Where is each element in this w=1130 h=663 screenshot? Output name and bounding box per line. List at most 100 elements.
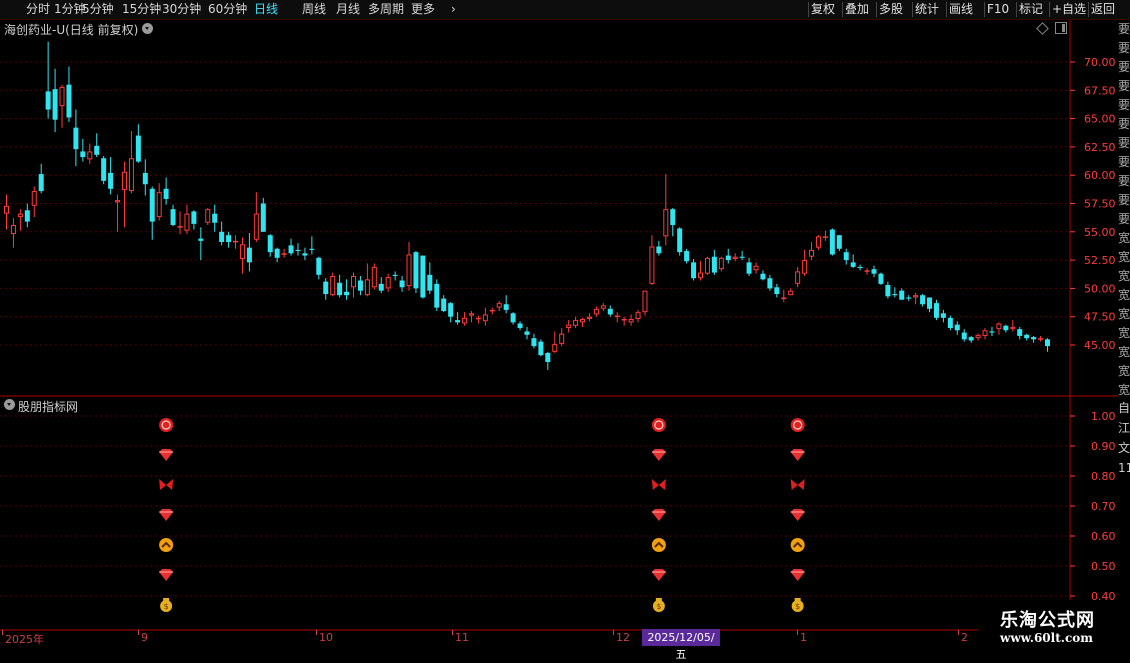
candle-body-up bbox=[17, 213, 23, 218]
candle-body-down bbox=[212, 213, 218, 223]
candlestick-chart[interactable]: 70.00 67.50 65.00 62.50 60.00 57.50 55.00 52.50… bbox=[0, 0, 1130, 650]
candle-body-down bbox=[399, 280, 405, 288]
candle-body-up bbox=[121, 171, 127, 190]
candle-body-up bbox=[239, 244, 245, 259]
right-info-strip: 要要要要要要要要要要要宽宽宽宽宽宽宽宽宽宽 bbox=[1118, 22, 1130, 395]
candle-body-up bbox=[10, 225, 16, 235]
money-bag-icon: $ bbox=[791, 598, 804, 612]
candle-body-down bbox=[142, 172, 148, 185]
diamond-icon bbox=[651, 569, 666, 581]
candle-body-down bbox=[524, 331, 530, 335]
gem-badge-icon bbox=[651, 418, 666, 432]
candle-body-up bbox=[864, 270, 870, 272]
price-tick-label: 47.50 bbox=[1084, 311, 1116, 324]
candle-body-down bbox=[288, 245, 294, 254]
gem-badge-icon bbox=[159, 418, 174, 432]
candle-body-down bbox=[295, 249, 301, 252]
candle-body-up bbox=[475, 317, 481, 320]
candle-body-up bbox=[809, 249, 815, 257]
candle-body-up bbox=[1038, 338, 1044, 340]
candle-body-down bbox=[378, 283, 384, 291]
candle-body-up bbox=[559, 333, 565, 344]
candle-body-up bbox=[330, 275, 336, 296]
candle-body-down bbox=[836, 235, 842, 249]
candle-body-up bbox=[351, 275, 356, 288]
candle-body-down bbox=[323, 281, 329, 295]
candle-body-down bbox=[892, 294, 898, 296]
price-tick-label: 57.50 bbox=[1084, 198, 1116, 211]
candle-body-up bbox=[753, 265, 759, 271]
candle-body-down bbox=[455, 320, 461, 323]
candle-body-down bbox=[73, 127, 79, 150]
candle-body-up bbox=[600, 305, 606, 309]
candle-body-up bbox=[642, 290, 648, 313]
candle-body-down bbox=[843, 252, 849, 261]
candle-body-down bbox=[427, 274, 433, 291]
candle-body-up bbox=[184, 213, 190, 231]
candle-body-down bbox=[989, 331, 995, 333]
candle-body-down bbox=[52, 89, 58, 120]
candle-body-down bbox=[420, 255, 426, 298]
candle-body-down bbox=[337, 282, 343, 296]
price-tick-label: 52.50 bbox=[1084, 254, 1116, 267]
candle-body-up bbox=[628, 318, 634, 323]
candle-body-down bbox=[503, 304, 509, 310]
time-axis-label: 9 bbox=[141, 631, 148, 644]
candle-body-down bbox=[267, 235, 273, 253]
svg-text:$: $ bbox=[656, 602, 661, 611]
candle-body-down bbox=[531, 338, 537, 347]
candle-body-down bbox=[45, 91, 51, 110]
candle-body-up bbox=[364, 279, 370, 296]
svg-text:$: $ bbox=[164, 602, 169, 611]
diamond-icon bbox=[651, 449, 666, 461]
candle-body-down bbox=[510, 313, 516, 323]
candle-body-down bbox=[933, 303, 939, 318]
diamond-icon bbox=[159, 509, 174, 521]
candle-body-down bbox=[80, 151, 86, 158]
candle-body-down bbox=[226, 235, 232, 242]
candle-body-down bbox=[1017, 329, 1023, 336]
candle-body-down bbox=[961, 332, 967, 340]
time-axis-label: 2025年 bbox=[5, 633, 44, 646]
candle-body-down bbox=[885, 285, 891, 297]
time-axis-label: 2 bbox=[961, 631, 968, 644]
candle-body-down bbox=[1045, 339, 1050, 347]
candle-body-down bbox=[968, 337, 974, 341]
indicator-options-icon[interactable] bbox=[4, 399, 15, 410]
candle-body-up bbox=[732, 256, 738, 259]
candle-body-up bbox=[552, 343, 558, 352]
candle-body-down bbox=[344, 291, 350, 296]
candle-body-up bbox=[635, 312, 641, 319]
candle-body-down bbox=[434, 283, 440, 308]
candle-body-down bbox=[850, 262, 856, 267]
candle-body-down bbox=[878, 273, 884, 284]
candle-body-up bbox=[1010, 326, 1016, 330]
right-indicator-strip: 自江文1111111 bbox=[1118, 401, 1130, 475]
candle-body-down bbox=[135, 135, 141, 162]
candle-body-down bbox=[191, 211, 197, 224]
candle-body-up bbox=[253, 213, 259, 240]
candle-body-up bbox=[982, 330, 988, 336]
price-tick-label: 62.50 bbox=[1084, 141, 1116, 154]
candle-body-up bbox=[177, 226, 183, 228]
candle-body-down bbox=[857, 266, 863, 269]
time-axis-label: 1 bbox=[800, 631, 807, 644]
candle-body-down bbox=[38, 174, 44, 192]
candle-body-down bbox=[198, 238, 204, 241]
candle-body-up bbox=[704, 257, 710, 274]
butterfly-icon bbox=[651, 479, 666, 490]
candle-body-down bbox=[392, 274, 398, 276]
price-tick-label: 67.50 bbox=[1084, 84, 1116, 97]
candle-body-up bbox=[31, 191, 37, 206]
time-axis-tick bbox=[452, 630, 453, 635]
indicator-tick-label: 1.00 bbox=[1091, 410, 1116, 423]
candle-body-up bbox=[482, 314, 488, 322]
price-tick-label: 55.00 bbox=[1084, 226, 1116, 239]
indicator-tick-label: 0.90 bbox=[1091, 440, 1116, 453]
candle-body-down bbox=[829, 229, 835, 255]
candle-body-up bbox=[496, 303, 502, 308]
candle-body-up bbox=[115, 200, 121, 203]
candle-body-up bbox=[205, 209, 211, 223]
candle-body-down bbox=[170, 209, 176, 226]
watermark-title: 乐淘公式网 bbox=[1000, 610, 1095, 631]
